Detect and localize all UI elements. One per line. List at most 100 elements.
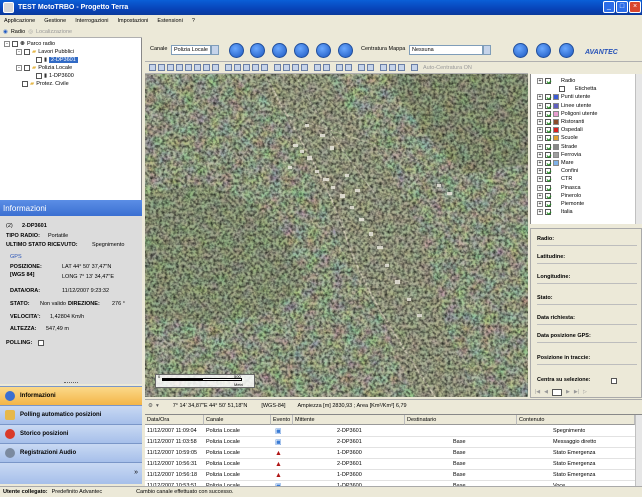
node-icon[interactable]	[261, 64, 268, 71]
track-index-field[interactable]	[552, 388, 563, 396]
close-button[interactable]: ×	[629, 1, 641, 13]
info-tool-icon[interactable]	[225, 64, 232, 71]
expand-icon[interactable]: +	[537, 160, 543, 166]
minimize-button[interactable]: _	[603, 1, 615, 13]
nav-informazioni[interactable]: Informazioni	[0, 386, 142, 405]
point-icon[interactable]	[274, 64, 281, 71]
col-header-mittente[interactable]: Mittente	[293, 415, 405, 425]
layer-checkbox[interactable]	[545, 119, 551, 125]
tree-checkbox[interactable]	[24, 65, 30, 71]
save-tool-icon[interactable]	[513, 43, 528, 58]
layer-checkbox[interactable]	[545, 168, 551, 175]
menu-impostazioni[interactable]: Impostazioni	[118, 18, 149, 24]
layer-checkbox[interactable]	[545, 192, 551, 199]
grid-icon[interactable]	[323, 64, 330, 71]
table-row[interactable]: 11/12/2007 10:59:05 Polizia Locale 1-DP360…	[145, 448, 642, 459]
nav-polling[interactable]: Polling automatico posizioni	[0, 405, 142, 424]
layer-row[interactable]: +Etichetta	[551, 86, 596, 93]
table-row[interactable]: 11/12/2007 11:09:04 Polizia Locale 2-DP360…	[145, 426, 642, 437]
layer-row[interactable]: + Pinasca	[537, 184, 581, 191]
layers-scrollbar[interactable]	[635, 74, 642, 224]
expand-icon[interactable]: +	[537, 78, 543, 84]
expand-icon[interactable]: +	[537, 127, 543, 134]
tree-item-2-dp3601[interactable]: ▮ 2-DP3601	[36, 57, 78, 63]
nav-storico[interactable]: Storico posizioni	[0, 424, 142, 443]
layer-checkbox[interactable]	[559, 86, 565, 93]
track-icon[interactable]	[389, 64, 396, 71]
layer-checkbox[interactable]	[545, 135, 551, 142]
map-view[interactable]: 0 500 Metri	[145, 74, 528, 397]
expand-icon[interactable]: +	[537, 143, 543, 150]
layer-row[interactable]: + CTR	[537, 176, 572, 183]
crosshair-icon[interactable]	[345, 64, 352, 71]
delete-icon[interactable]	[367, 64, 374, 71]
maximize-button[interactable]: □	[616, 1, 628, 13]
text-icon[interactable]	[314, 64, 321, 71]
layer-checkbox[interactable]	[545, 160, 551, 166]
tree-checkbox[interactable]	[22, 81, 28, 87]
layer-checkbox[interactable]	[545, 151, 551, 158]
zoom-in-icon[interactable]	[149, 64, 156, 71]
expand-icon[interactable]: +	[537, 176, 543, 183]
chevron-down-icon[interactable]: »	[134, 469, 138, 476]
auto-center-icon[interactable]	[411, 64, 418, 71]
select-icon[interactable]	[243, 64, 250, 71]
layer-row[interactable]: + Radio	[537, 78, 575, 84]
pan-icon[interactable]	[176, 64, 183, 71]
layer-checkbox[interactable]	[545, 184, 551, 191]
layer-checkbox[interactable]	[545, 209, 551, 216]
expand-icon[interactable]: +	[537, 119, 543, 125]
chevron-down-icon[interactable]: ▾	[156, 403, 159, 409]
user-tool-icon[interactable]	[559, 43, 574, 58]
splitter-grip[interactable]	[64, 382, 78, 383]
col-header-destinatario[interactable]: Destinatario	[405, 415, 517, 425]
next-view-icon[interactable]	[203, 64, 210, 71]
flag-icon[interactable]	[380, 64, 387, 71]
canale-select[interactable]: Polizia Locale	[171, 45, 211, 55]
window-tool-icon[interactable]	[294, 43, 309, 58]
refresh-icon[interactable]	[212, 64, 219, 71]
menu-help[interactable]: ?	[192, 18, 195, 24]
previous-view-icon[interactable]	[194, 64, 201, 71]
menu-interrogazioni[interactable]: Interrogazioni	[75, 18, 108, 24]
expand-icon[interactable]: +	[537, 184, 543, 191]
layers-tool-icon[interactable]	[338, 43, 353, 58]
chevron-down-icon[interactable]	[483, 45, 491, 55]
tray-tool-icon[interactable]	[316, 43, 331, 58]
expand-icon[interactable]: +	[537, 94, 543, 101]
layer-checkbox[interactable]	[545, 176, 551, 183]
layer-row[interactable]: + Scuole	[537, 135, 578, 142]
polling-checkbox[interactable]	[38, 340, 44, 346]
expand-icon[interactable]: +	[537, 151, 543, 158]
tree-checkbox[interactable]	[24, 49, 30, 55]
layer-checkbox[interactable]	[545, 201, 551, 207]
prev-icon[interactable]: ◀	[544, 389, 548, 395]
last-icon[interactable]: ▶|	[574, 389, 579, 395]
table-row[interactable]: 11/12/2007 10:56:31 Polizia Locale 2-DP360…	[145, 459, 642, 470]
centra-checkbox[interactable]	[611, 378, 617, 384]
zoom-area-icon[interactable]	[167, 64, 174, 71]
tab-radio[interactable]: Radio	[11, 29, 25, 35]
layer-row[interactable]: + Poligoni utente	[537, 110, 597, 117]
layer-checkbox[interactable]	[545, 143, 551, 150]
settings-icon[interactable]: ⚙	[148, 403, 153, 409]
auto-centratura-label[interactable]: Auto-Centratura ON	[423, 65, 472, 71]
tree-group-polizia[interactable]: - ▰ Polizia Locale	[16, 65, 72, 71]
nav-registrazioni[interactable]: Registrazioni Audio	[0, 443, 142, 462]
tree-group-lavori[interactable]: - ▰ Lavori Pubblici	[16, 49, 74, 55]
zoom-out-icon[interactable]	[158, 64, 165, 71]
tree-checkbox[interactable]	[36, 57, 42, 63]
layer-row[interactable]: + Strade	[537, 143, 577, 150]
measure-icon[interactable]	[234, 64, 241, 71]
collapse-icon[interactable]: -	[16, 49, 22, 55]
expand-icon[interactable]: +	[537, 168, 543, 175]
chevron-down-icon[interactable]	[211, 45, 219, 55]
polygon-icon[interactable]	[292, 64, 299, 71]
menu-applicazione[interactable]: Applicazione	[4, 18, 35, 24]
col-header-evento[interactable]: Evento	[271, 415, 293, 425]
tree-group-protez[interactable]: ▰ Protez. Civile	[22, 81, 69, 87]
tree-checkbox[interactable]	[12, 41, 18, 47]
layer-checkbox[interactable]	[545, 110, 551, 117]
radio-tool-icon[interactable]	[229, 43, 244, 58]
grid-scrollbar[interactable]	[635, 415, 642, 487]
